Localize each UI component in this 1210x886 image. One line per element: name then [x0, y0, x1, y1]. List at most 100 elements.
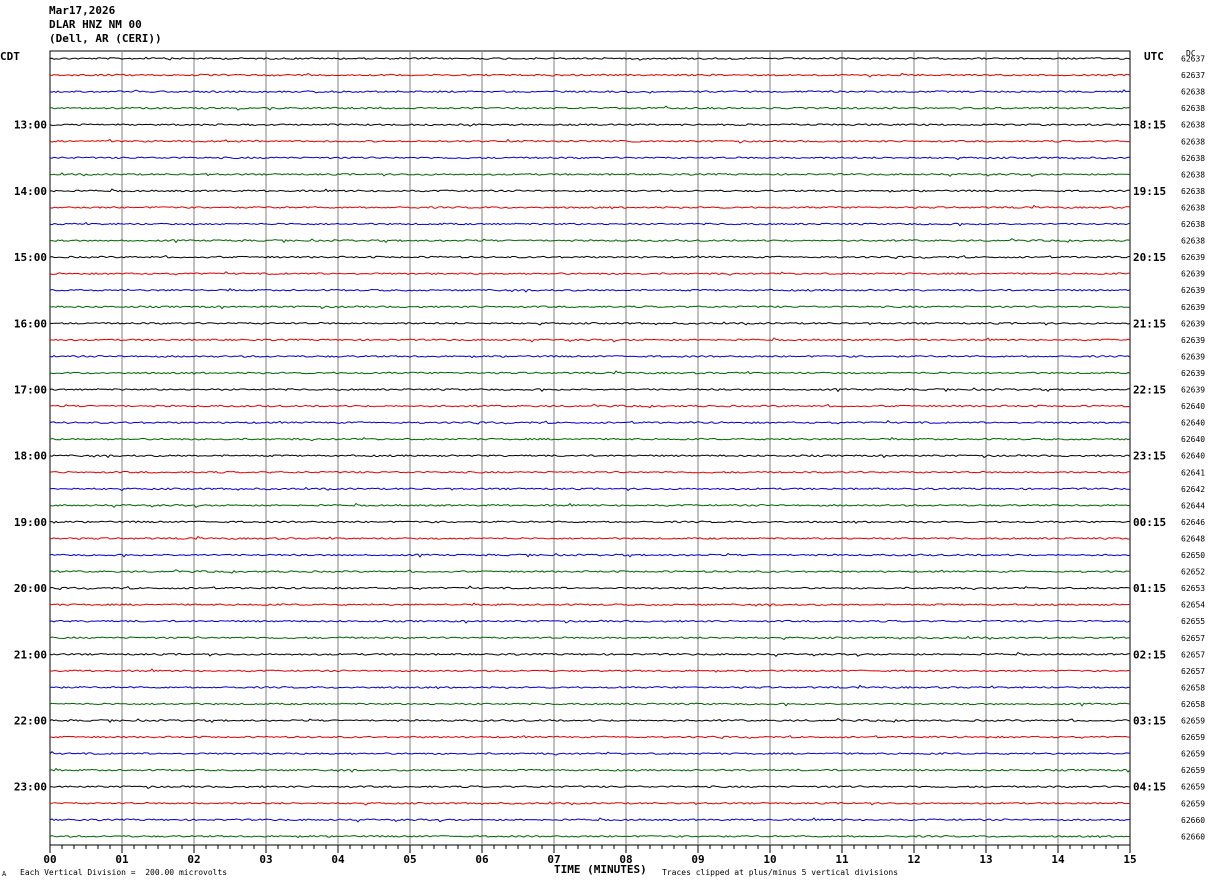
trace-line [49, 403, 1131, 409]
dc-offset-label: 62644 [1181, 501, 1205, 510]
dc-offset-label: 62659 [1181, 733, 1205, 742]
trace-line [49, 502, 1131, 508]
dc-offset-label: 62640 [1181, 419, 1205, 428]
dc-offset-label: 62654 [1181, 601, 1205, 610]
dc-offset-label: 62639 [1181, 336, 1205, 345]
plot-frame [49, 50, 1131, 846]
dc-offset-label: 62659 [1181, 717, 1205, 726]
trace-line [49, 751, 1131, 756]
seismogram-plot: 62637 62637 62638 62638 62638 62638 62638 62638… [14, 50, 1205, 866]
trace-line [50, 801, 1131, 806]
scale-note: Each Vertical Division = 200.00 microvol… [20, 868, 228, 877]
dc-offset-label: 62653 [1181, 584, 1205, 593]
dc-offset-label: 62638 [1181, 104, 1205, 113]
dc-offset-label: 62638 [1181, 137, 1205, 146]
left-hour-label: 21:00 [14, 648, 47, 661]
left-hour-label: 16:00 [14, 317, 47, 330]
trace-line [49, 254, 1131, 260]
right-hour-label: 02:15 [1133, 648, 1166, 661]
footer-mark: A [2, 870, 7, 878]
trace-line [49, 370, 1131, 375]
dc-offset-label: 62657 [1181, 650, 1205, 659]
dc-offset-label: 62637 [1181, 71, 1205, 80]
trace-line [49, 89, 1131, 94]
left-hour-label: 17:00 [14, 384, 47, 397]
dc-offset-label: 62638 [1181, 187, 1205, 196]
left-hour-label: 19:00 [14, 516, 47, 529]
dc-offset-label: 62658 [1181, 700, 1205, 709]
dc-offset-label: 62648 [1181, 534, 1205, 543]
dc-offset-label: 62659 [1181, 783, 1205, 792]
trace-line [49, 271, 1131, 276]
x-axis-title: TIME (MINUTES) [554, 863, 647, 876]
trace-line [49, 668, 1131, 673]
dc-offset-label: 62641 [1181, 468, 1205, 477]
trace-line [49, 138, 1131, 144]
dc-offset-label: 62638 [1181, 170, 1205, 179]
trace-line [50, 734, 1131, 740]
trace-line [50, 785, 1131, 790]
trace-line [49, 436, 1131, 442]
trace-line [49, 834, 1131, 839]
dc-offset-label: 62637 [1181, 55, 1205, 64]
dc-offset-label: 62660 [1181, 832, 1205, 841]
x-tick-label: 13 [979, 853, 992, 866]
dc-offset-label: 62639 [1181, 352, 1205, 361]
dc-offset-label: 62659 [1181, 750, 1205, 759]
x-tick-label: 05 [403, 853, 416, 866]
trace-line [49, 486, 1131, 492]
trace-line [49, 520, 1131, 524]
dc-offset-label: 62638 [1181, 203, 1205, 212]
right-hour-label: 19:15 [1133, 185, 1166, 198]
dc-offset-label: 62646 [1181, 518, 1205, 527]
right-hour-label: 23:15 [1133, 450, 1166, 463]
dc-offset-label: 62650 [1181, 551, 1205, 560]
trace-line [49, 172, 1131, 177]
trace-line [49, 72, 1131, 78]
trace-line [49, 56, 1131, 61]
dc-offset-label: 62657 [1181, 667, 1205, 676]
trace-line [49, 387, 1131, 393]
left-hour-label: 15:00 [14, 251, 47, 264]
left-hour-label: 14:00 [14, 185, 47, 198]
trace-line [49, 651, 1131, 657]
right-hour-label: 01:15 [1133, 582, 1166, 595]
left-hour-label: 20:00 [14, 582, 47, 595]
dc-offset-label: 62639 [1181, 253, 1205, 262]
x-tick-label: 02 [187, 853, 200, 866]
trace-line [49, 321, 1131, 326]
trace-line [49, 817, 1131, 823]
right-hour-label: 04:15 [1133, 781, 1166, 794]
left-hour-label: 23:00 [14, 781, 47, 794]
x-tick-label: 06 [475, 853, 489, 866]
dc-offset-label: 62638 [1181, 88, 1205, 97]
trace-line [49, 684, 1131, 690]
left-hour-label: 22:00 [14, 715, 47, 728]
x-tick-label: 03 [259, 853, 272, 866]
trace-line [49, 204, 1131, 210]
trace-line [49, 454, 1131, 459]
left-hour-label: 18:00 [14, 450, 47, 463]
dc-offset-label: 62640 [1181, 402, 1205, 411]
trace-line [49, 552, 1131, 558]
trace-line [49, 355, 1131, 359]
dc-offset-label: 62639 [1181, 369, 1205, 378]
x-tick-label: 11 [835, 853, 849, 866]
right-hour-label: 22:15 [1133, 384, 1166, 397]
x-tick-label: 10 [763, 853, 776, 866]
dc-offset-label: 62639 [1181, 319, 1205, 328]
dc-offset-label: 62638 [1181, 220, 1205, 229]
x-tick-label: 15 [1123, 853, 1136, 866]
trace-line [50, 602, 1131, 608]
dc-offset-label: 62659 [1181, 766, 1205, 775]
x-tick-label: 04 [331, 853, 345, 866]
dc-offset-label: 62639 [1181, 286, 1205, 295]
dc-offset-label: 62659 [1181, 799, 1205, 808]
dc-offset-label: 62658 [1181, 683, 1205, 692]
trace-line [49, 635, 1131, 641]
trace-line [49, 123, 1131, 127]
trace-line [50, 238, 1131, 244]
trace-line [49, 420, 1131, 425]
trace-line [49, 619, 1131, 624]
dc-offset-label: 62655 [1181, 617, 1205, 626]
